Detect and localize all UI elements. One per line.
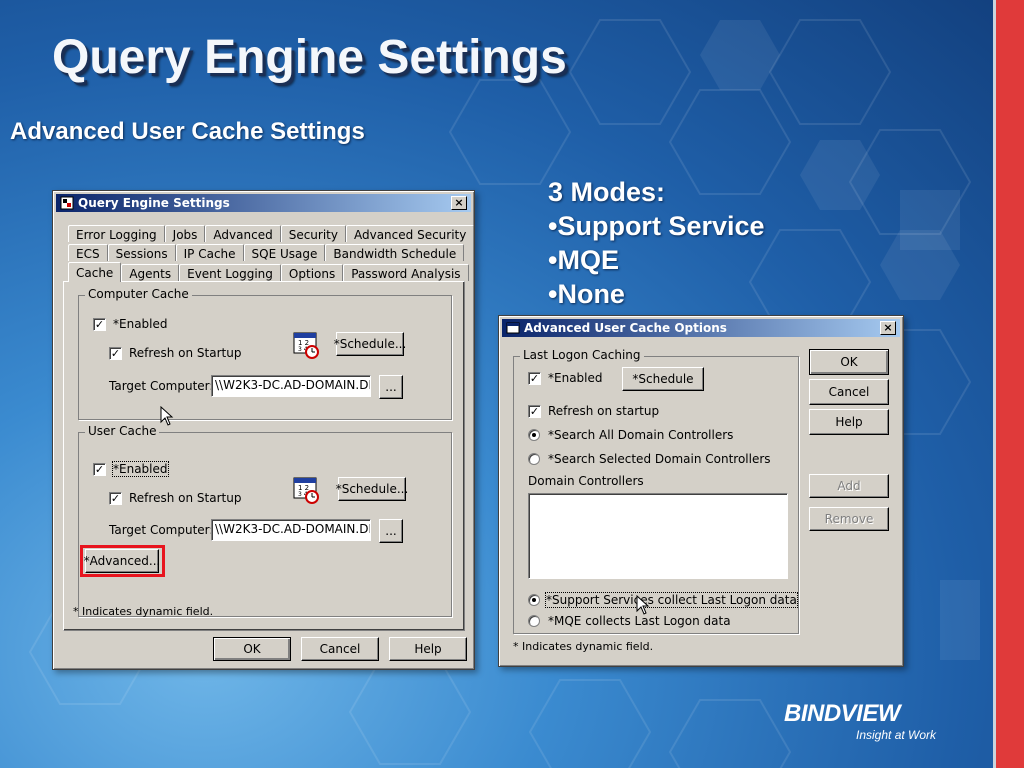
computer-cache-refresh-checkbox[interactable]: ✓ [109,347,122,360]
logo-tagline: Insight at Work [856,728,937,742]
tab-password-analysis[interactable]: Password Analysis [343,264,469,281]
bindview-logo: BINDVIEW Insight at Work [784,700,936,742]
cache-tab-panel: Computer Cache ✓ *Enabled ✓ Refresh on S… [63,281,465,631]
ok-button[interactable]: OK [809,349,889,375]
help-button[interactable]: Help [809,409,889,435]
search-selected-radio[interactable] [528,453,540,465]
tab-event-logging[interactable]: Event Logging [179,264,281,281]
calendar-clock-icon: 1 2 3 4 [293,477,319,504]
tab-row-2: ECS Sessions IP Cache SQE Usage Bandwidt… [68,244,465,261]
mode-item-mqe: •MQE [548,245,619,275]
remove-button[interactable]: Remove [809,507,889,531]
computer-cache-label: Computer Cache [85,287,192,301]
computer-cache-browse-button[interactable]: ... [379,375,403,399]
user-cache-enabled-label[interactable]: *Enabled [112,461,169,477]
tab-cache[interactable]: Cache [68,262,122,282]
tab-row-1: Error Logging Jobs Advanced Security Adv… [68,225,475,242]
cancel-button[interactable]: Cancel [301,637,379,661]
add-button[interactable]: Add [809,474,889,498]
search-all-label[interactable]: *Search All Domain Controllers [548,428,733,442]
mode-item-support-service: •Support Service [548,211,765,241]
dynamic-field-footnote: * Indicates dynamic field. [513,640,654,653]
tab-bandwidth-schedule[interactable]: Bandwidth Schedule [325,244,465,261]
refresh-on-startup-checkbox[interactable]: ✓ [528,405,541,418]
help-button[interactable]: Help [389,637,467,661]
tab-options[interactable]: Options [280,264,344,281]
modes-heading: 3 Modes: [548,177,666,207]
slide-subtitle: Advanced User Cache Settings [10,118,365,145]
refresh-on-startup-label[interactable]: Refresh on startup [548,404,659,418]
computer-cache-enabled-label[interactable]: *Enabled [113,317,168,331]
dialog-title: Advanced User Cache Options [524,321,727,335]
app-icon [60,196,74,210]
last-logon-enabled-checkbox[interactable]: ✓ [528,372,541,385]
last-logon-caching-label: Last Logon Caching [520,348,644,362]
user-cache-refresh-checkbox[interactable]: ✓ [109,492,122,505]
dialog-title: Query Engine Settings [78,196,230,210]
dynamic-field-footnote: * Indicates dynamic field. [73,605,214,618]
search-all-radio[interactable] [528,429,540,441]
domain-controllers-list[interactable] [528,493,788,579]
last-logon-enabled-label[interactable]: *Enabled [548,371,603,385]
computer-cache-target-input[interactable]: \\W2K3-DC.AD-DOMAIN.DE [211,375,371,397]
logo-wordmark: BINDVIEW [784,700,901,727]
user-cache-advanced-button[interactable]: *Advanced... [84,549,160,573]
tab-security[interactable]: Security [280,225,346,242]
last-logon-schedule-button[interactable]: *Schedule [622,367,704,391]
cancel-button[interactable]: Cancel [809,379,889,405]
user-cache-group: User Cache ✓ *Enabled ✓ Refresh on Start… [78,424,452,617]
computer-cache-group: Computer Cache ✓ *Enabled ✓ Refresh on S… [78,287,452,420]
accent-bar [993,0,1024,768]
close-button[interactable]: × [451,196,467,210]
mqe-label[interactable]: *MQE collects Last Logon data [548,614,731,628]
mouse-pointer-icon [160,406,174,426]
user-cache-refresh-label[interactable]: Refresh on Startup [129,491,241,505]
user-cache-browse-button[interactable]: ... [379,519,403,543]
computer-cache-enabled-checkbox[interactable]: ✓ [93,318,106,331]
advanced-user-cache-options-dialog: Advanced User Cache Options × Last Logon… [498,315,904,667]
dialog-titlebar[interactable]: Advanced User Cache Options × [502,319,900,337]
tab-error-logging[interactable]: Error Logging [68,225,165,242]
computer-cache-target-label: Target Computer: [109,379,214,393]
ok-button[interactable]: OK [213,637,291,661]
computer-cache-refresh-label[interactable]: Refresh on Startup [129,346,241,360]
search-selected-label[interactable]: *Search Selected Domain Controllers [548,452,771,466]
tab-jobs[interactable]: Jobs [164,225,206,242]
window-icon [506,322,520,334]
tab-agents[interactable]: Agents [121,264,180,281]
dialog-titlebar[interactable]: Query Engine Settings × [56,194,471,212]
user-cache-label: User Cache [85,424,160,438]
support-services-label[interactable]: *Support Services collect Last Logon dat… [545,592,798,608]
mqe-radio[interactable] [528,615,540,627]
slide-title: Query Engine Settings [52,31,567,84]
tab-ip-cache[interactable]: IP Cache [175,244,244,261]
tab-sqe-usage[interactable]: SQE Usage [243,244,326,261]
tab-sessions[interactable]: Sessions [107,244,176,261]
modes-list: 3 Modes: •Support Service •MQE •None [548,175,765,311]
computer-cache-schedule-button[interactable]: *Schedule... [334,332,406,356]
user-cache-enabled-checkbox[interactable]: ✓ [93,463,106,476]
domain-controllers-label: Domain Controllers [528,474,644,488]
user-cache-schedule-button[interactable]: *Schedule... [336,477,408,501]
last-logon-caching-group: Last Logon Caching ✓ *Enabled *Schedule … [513,348,799,634]
close-button[interactable]: × [880,321,896,335]
user-cache-target-label: Target Computer: [109,523,214,537]
tab-advanced[interactable]: Advanced [205,225,281,242]
calendar-clock-icon: 1 2 3 4 [293,332,319,359]
tab-ecs[interactable]: ECS [68,244,108,261]
mode-item-none: •None [548,279,625,309]
tab-advanced-security[interactable]: Advanced Security [345,225,475,242]
mouse-pointer-icon [636,595,650,615]
support-services-radio[interactable] [528,594,540,606]
user-cache-target-input[interactable]: \\W2K3-DC.AD-DOMAIN.DE [211,519,371,541]
query-engine-settings-dialog: Query Engine Settings × Error Logging Jo… [52,190,475,670]
tab-row-3: Cache Agents Event Logging Options Passw… [68,262,469,282]
